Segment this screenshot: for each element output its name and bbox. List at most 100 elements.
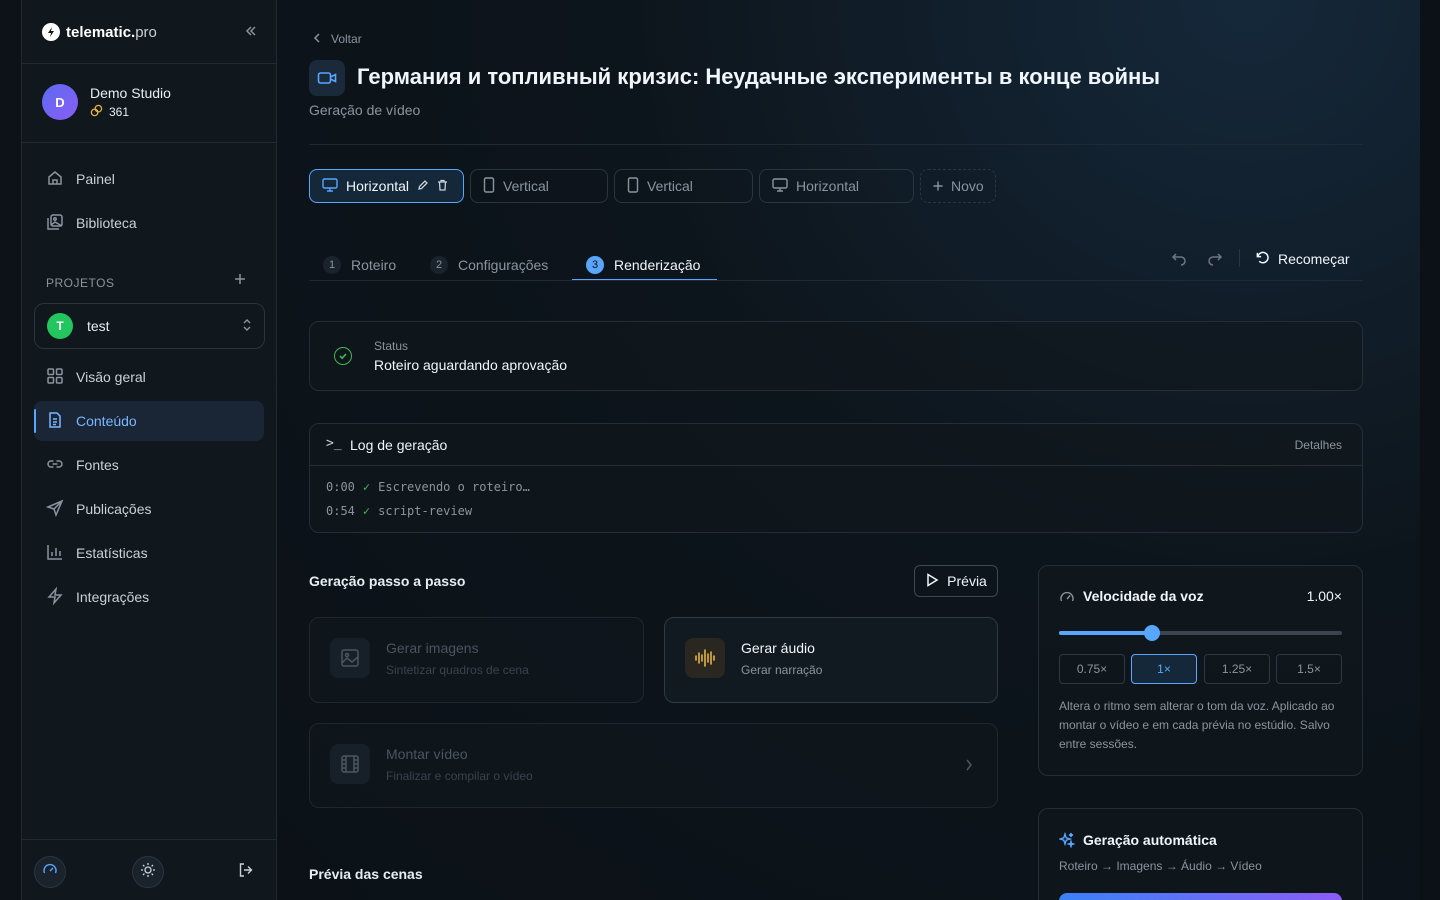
user-profile[interactable]: D Demo Studio 361 bbox=[42, 84, 171, 120]
step-label: Roteiro bbox=[351, 257, 397, 273]
film-icon bbox=[330, 744, 370, 784]
logout-button[interactable] bbox=[230, 856, 262, 888]
credits-count: 361 bbox=[109, 104, 130, 119]
generate-audio-card[interactable]: Gerar áudio Gerar narração bbox=[664, 617, 998, 703]
card-title: Montar vídeo bbox=[386, 746, 468, 762]
nav-label: Biblioteca bbox=[76, 215, 137, 231]
redo-icon[interactable] bbox=[1207, 250, 1223, 271]
trash-icon[interactable] bbox=[437, 179, 448, 194]
page-subtitle: Geração de vídeo bbox=[309, 102, 421, 118]
generate-images-card[interactable]: Gerar imagens Sintetizar quadros de cena bbox=[309, 617, 644, 703]
nav-label: Conteúdo bbox=[76, 413, 137, 429]
format-tab-label: Horizontal bbox=[796, 178, 860, 194]
log-time: 0:00 bbox=[326, 480, 355, 494]
nav-item-biblioteca[interactable]: Biblioteca bbox=[34, 203, 264, 243]
back-link[interactable]: Voltar bbox=[313, 32, 362, 46]
assemble-video-card[interactable]: Montar vídeo Finalizar e compilar o víde… bbox=[309, 723, 998, 808]
format-tab-vertical-2[interactable]: Vertical bbox=[614, 169, 753, 203]
sparkles-icon bbox=[1057, 831, 1076, 853]
speed-slider-thumb[interactable] bbox=[1144, 625, 1161, 641]
terminal-icon: >_ bbox=[326, 436, 342, 451]
monitor-icon bbox=[772, 177, 788, 195]
logo-mark-icon bbox=[42, 23, 60, 41]
step-label: Configurações bbox=[458, 257, 549, 273]
preview-label: Prévia bbox=[947, 573, 987, 589]
speed-preset-0-75[interactable]: 0.75× bbox=[1059, 654, 1125, 684]
format-tab-horizontal-1[interactable]: Horizontal bbox=[309, 169, 464, 203]
add-project-icon[interactable] bbox=[234, 272, 246, 290]
coin-icon bbox=[90, 104, 103, 120]
tab-roteiro[interactable]: 1 Roteiro bbox=[323, 248, 396, 282]
undo-icon[interactable] bbox=[1171, 250, 1187, 271]
logout-icon bbox=[238, 862, 254, 883]
nav-label: Publicações bbox=[76, 501, 152, 517]
speed-preset-1-5[interactable]: 1.5× bbox=[1276, 654, 1342, 684]
page-title: Германия и топливный кризис: Неудачные э… bbox=[357, 64, 1161, 89]
log-text: Escrevendo o roteiro… bbox=[378, 480, 530, 494]
projects-section-label: PROJETOS bbox=[46, 276, 115, 290]
nav-label: Painel bbox=[76, 171, 115, 187]
theme-toggle-button[interactable] bbox=[132, 856, 164, 888]
voice-speed-card: Velocidade da voz 1.00× 0.75× 1× 1.25× 1… bbox=[1038, 565, 1363, 776]
auto-generate-button[interactable] bbox=[1059, 893, 1342, 900]
speed-preset-1-25[interactable]: 1.25× bbox=[1204, 654, 1270, 684]
gauge-icon bbox=[42, 862, 58, 883]
grid-icon bbox=[46, 367, 64, 388]
send-icon bbox=[45, 499, 64, 520]
speed-slider-track[interactable] bbox=[1059, 631, 1342, 635]
log-details-link[interactable]: Detalhes bbox=[1295, 438, 1342, 452]
generation-log-card: >_ Log de geração Detalhes 0:00 ✓ Escrev… bbox=[309, 423, 1363, 533]
credits: 361 bbox=[90, 104, 171, 120]
collapse-sidebar-icon[interactable] bbox=[244, 24, 258, 41]
nav-item-painel[interactable]: Painel bbox=[34, 159, 264, 199]
rotate-ccw-icon bbox=[1255, 250, 1270, 268]
phone-icon bbox=[483, 176, 495, 196]
format-tab-label: Vertical bbox=[647, 178, 693, 194]
tabs-divider bbox=[309, 280, 1363, 281]
sidebar: telematic.pro D Demo Studio 361 Painel B… bbox=[21, 0, 277, 900]
log-line: 0:00 ✓ Escrevendo o roteiro… bbox=[326, 480, 530, 494]
card-subtitle: Sintetizar quadros de cena bbox=[386, 663, 529, 677]
sidebar-divider bbox=[22, 142, 276, 143]
document-icon bbox=[46, 411, 64, 432]
step-number: 3 bbox=[586, 256, 604, 274]
nav-label: Fontes bbox=[76, 457, 119, 473]
logo[interactable]: telematic.pro bbox=[42, 23, 157, 41]
project-selector[interactable]: T test bbox=[34, 303, 265, 349]
chevron-up-down-icon bbox=[242, 318, 252, 334]
nav-item-estatisticas[interactable]: Estatísticas bbox=[34, 533, 264, 573]
step-number: 2 bbox=[430, 256, 448, 274]
log-header[interactable]: >_ Log de geração Detalhes bbox=[310, 424, 1362, 466]
step-label: Renderização bbox=[614, 257, 701, 273]
new-format-button[interactable]: Novo bbox=[920, 169, 996, 203]
gauge-button[interactable] bbox=[34, 856, 66, 888]
nav-item-fontes[interactable]: Fontes bbox=[34, 445, 264, 485]
nav-item-visao-geral[interactable]: Visão geral bbox=[34, 357, 264, 397]
nav-item-publicacoes[interactable]: Publicações bbox=[34, 489, 264, 529]
restart-button[interactable]: Recomeçar bbox=[1255, 248, 1350, 270]
plus-icon bbox=[933, 178, 943, 194]
format-tab-horizontal-2[interactable]: Horizontal bbox=[759, 169, 914, 203]
nav-item-integracoes[interactable]: Integrações bbox=[34, 577, 264, 617]
tab-renderizacao[interactable]: 3 Renderização bbox=[586, 248, 700, 282]
bolt-icon bbox=[46, 586, 64, 608]
image-icon bbox=[330, 638, 370, 678]
speed-preset-1[interactable]: 1× bbox=[1131, 654, 1197, 684]
tab-configuracoes[interactable]: 2 Configurações bbox=[430, 248, 548, 282]
preview-button[interactable]: Prévia bbox=[914, 565, 998, 597]
stepwise-title: Geração passo a passo bbox=[309, 573, 466, 589]
format-tab-vertical-1[interactable]: Vertical bbox=[470, 169, 608, 203]
card-title: Gerar imagens bbox=[386, 640, 479, 656]
log-time: 0:54 bbox=[326, 504, 355, 518]
nav-item-conteudo[interactable]: Conteúdo bbox=[34, 401, 264, 441]
sun-icon bbox=[140, 862, 156, 883]
status-card: Status Roteiro aguardando aprovação bbox=[309, 321, 1363, 391]
back-label: Voltar bbox=[331, 32, 362, 46]
pencil-icon[interactable] bbox=[417, 179, 429, 194]
link-icon bbox=[46, 455, 64, 476]
sidebar-footer bbox=[22, 839, 276, 900]
format-tab-label: Horizontal bbox=[346, 178, 410, 194]
auto-generation-card: Geração automática Roteiro → Imagens → Á… bbox=[1038, 808, 1363, 900]
chevron-right-icon bbox=[965, 758, 973, 777]
sidebar-divider bbox=[22, 63, 276, 64]
